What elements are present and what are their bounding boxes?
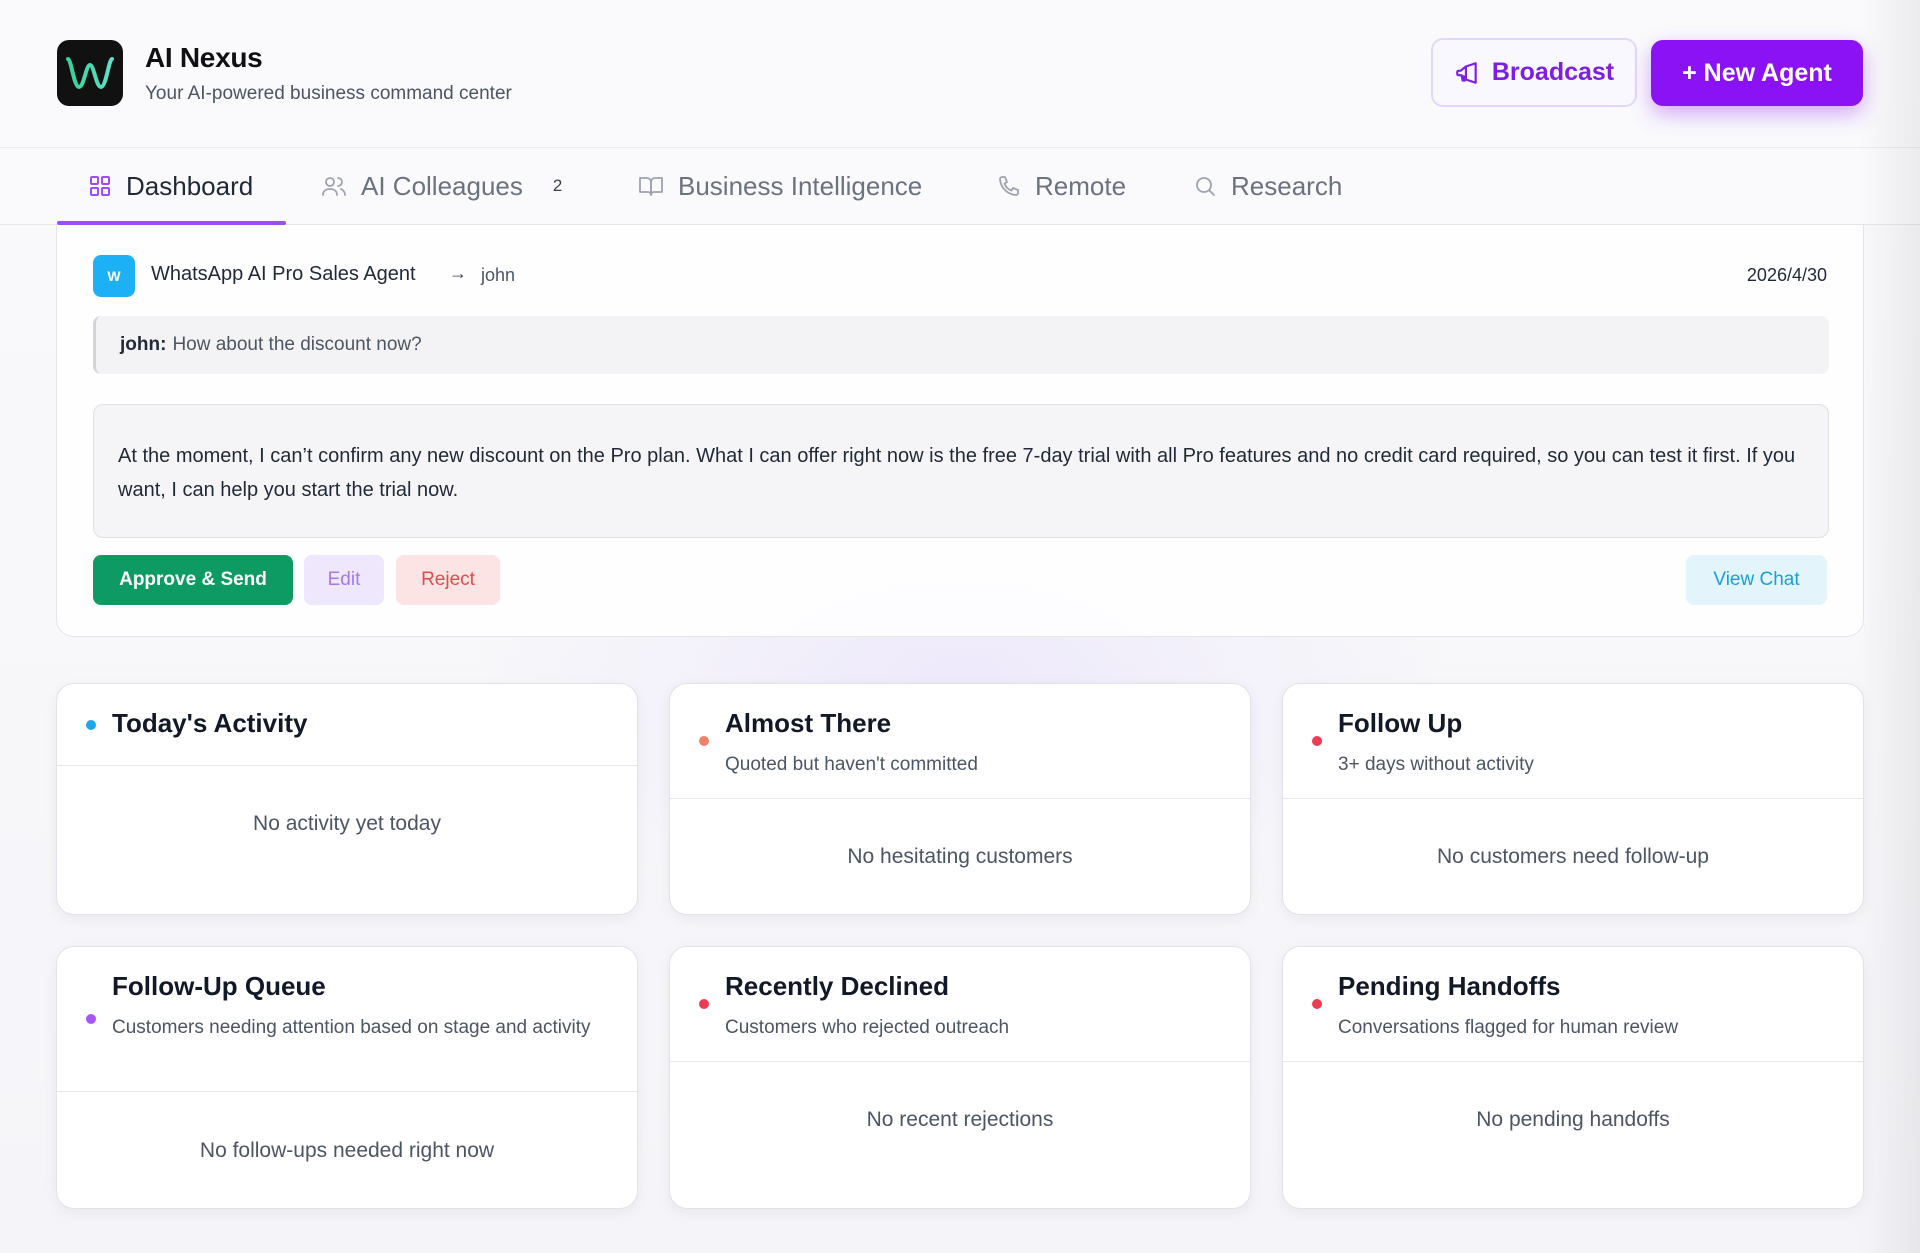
- draft-reply: At the moment, I can’t confirm any new d…: [93, 404, 1829, 538]
- app-title: AI Nexus: [145, 42, 263, 73]
- follow-up-queue-card: Follow-Up Queue Customers needing attent…: [56, 946, 638, 1209]
- empty-state-text: No activity yet today: [253, 812, 441, 835]
- app-subtitle: Your AI-powered business command center: [145, 83, 512, 104]
- count-badge: 2: [552, 176, 563, 195]
- wave-w-logo-icon: [66, 57, 114, 90]
- recipient-name: john: [481, 265, 516, 285]
- card-title: Today's Activity: [112, 708, 308, 738]
- status-dot: [86, 720, 96, 730]
- card-header: Pending Handoffs Conversations flagged f…: [1283, 947, 1863, 1062]
- tab-remote[interactable]: Remote: [997, 148, 1126, 224]
- reject-button[interactable]: Reject: [396, 555, 500, 605]
- search-icon: [1196, 177, 1215, 196]
- card-title: Follow Up: [1338, 708, 1463, 738]
- tab-ai-colleagues[interactable]: AI Colleagues 2: [321, 148, 562, 224]
- message-date: 2026/4/30: [1746, 265, 1827, 285]
- card-subtitle: Quoted but haven't committed: [725, 754, 978, 775]
- phone-icon: [999, 176, 1019, 196]
- status-dot: [699, 736, 709, 746]
- todays-activity-card: Today's Activity No activity yet today: [56, 683, 638, 915]
- card-title: Recently Declined: [725, 971, 949, 1001]
- follow-up-card: Follow Up 3+ days without activity No cu…: [1282, 683, 1864, 915]
- broadcast-button[interactable]: Broadcast: [1431, 38, 1637, 107]
- agent-avatar: W: [93, 255, 135, 297]
- tab-label: Research: [1231, 170, 1343, 201]
- message-sender: john:: [120, 334, 167, 355]
- arrow-right-icon: →: [449, 263, 467, 283]
- card-subtitle: Conversations flagged for human review: [1338, 1017, 1679, 1038]
- card-header: Today's Activity: [57, 684, 637, 766]
- message-text: How about the discount now?: [172, 334, 422, 355]
- empty-state-text: No hesitating customers: [847, 845, 1073, 868]
- tab-dashboard[interactable]: Dashboard: [88, 148, 253, 224]
- broadcast-label: Broadcast: [1491, 58, 1615, 86]
- status-dot: [86, 1014, 96, 1024]
- tab-business-intelligence[interactable]: Business Intelligence: [638, 148, 922, 224]
- card-subtitle: 3+ days without activity: [1338, 754, 1534, 775]
- almost-there-card: Almost There Quoted but haven't committe…: [669, 683, 1251, 915]
- view-chat-button[interactable]: View Chat: [1686, 555, 1827, 605]
- pending-approval-card: W WhatsApp AI Pro Sales Agent → john 202…: [56, 225, 1864, 637]
- empty-state-text: No customers need follow-up: [1437, 845, 1709, 868]
- card-title: Follow-Up Queue: [112, 971, 326, 1001]
- edit-button[interactable]: Edit: [304, 555, 384, 605]
- grid-icon: [90, 176, 110, 196]
- agent-name: WhatsApp AI Pro Sales Agent: [151, 263, 416, 285]
- card-header: Almost There Quoted but haven't committe…: [670, 684, 1250, 799]
- recently-declined-card: Recently Declined Customers who rejected…: [669, 946, 1251, 1209]
- empty-state-text: No follow-ups needed right now: [199, 1139, 495, 1162]
- pending-handoffs-card: Pending Handoffs Conversations flagged f…: [1282, 946, 1864, 1209]
- card-title: Pending Handoffs: [1338, 971, 1561, 1001]
- tab-label: Remote: [1035, 170, 1127, 201]
- card-subtitle: Customers who rejected outreach: [725, 1017, 1010, 1038]
- tab-research[interactable]: Research: [1193, 148, 1342, 224]
- status-dot: [699, 999, 709, 1009]
- empty-state-text: No recent rejections: [866, 1108, 1054, 1131]
- incoming-message: john: How about the discount now?: [93, 316, 1829, 374]
- status-dot: [1312, 999, 1322, 1009]
- new-agent-button[interactable]: + New Agent: [1651, 40, 1863, 106]
- main-tabs: Dashboard AI Colleagues 2 Business Intel…: [0, 147, 1920, 225]
- card-header: Follow Up 3+ days without activity: [1283, 684, 1863, 799]
- tab-label: Business Intelligence: [678, 170, 923, 201]
- approve-send-button[interactable]: Approve & Send: [93, 555, 293, 605]
- card-subtitle: Customers needing attention based on sta…: [112, 1017, 591, 1038]
- header: AI Nexus Your AI-powered business comman…: [0, 0, 1920, 147]
- card-title: Almost There: [725, 708, 892, 738]
- users-icon: [322, 177, 346, 196]
- tab-label: Dashboard: [126, 170, 254, 201]
- app-logo[interactable]: [57, 40, 123, 106]
- status-dot: [1312, 736, 1322, 746]
- app-root: AI Nexus Your AI-powered business comman…: [0, 0, 1920, 1253]
- card-header: Recently Declined Customers who rejected…: [670, 947, 1250, 1062]
- megaphone-icon: [1456, 61, 1477, 84]
- book-icon: [639, 177, 663, 196]
- tab-label: AI Colleagues: [361, 170, 523, 201]
- card-header: Follow-Up Queue Customers needing attent…: [57, 947, 637, 1092]
- empty-state-text: No pending handoffs: [1476, 1108, 1670, 1131]
